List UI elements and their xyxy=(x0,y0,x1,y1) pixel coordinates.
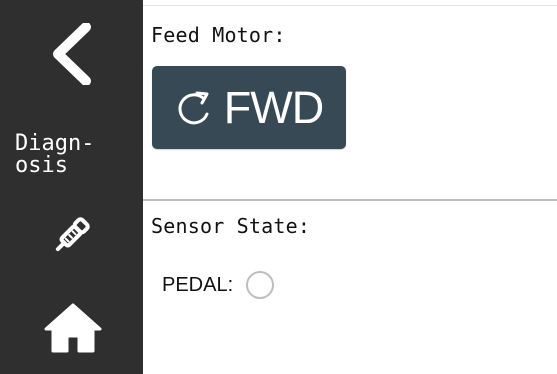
diagnosis-panel: Feed Motor: FWD Sensor State: PEDAL: xyxy=(143,0,557,374)
home-button[interactable] xyxy=(36,293,110,363)
pedal-label: PEDAL: xyxy=(162,274,234,296)
feed-motor-label: Feed Motor: xyxy=(151,23,286,47)
probe-button[interactable] xyxy=(42,205,102,265)
probe-icon xyxy=(55,217,90,252)
sensor-state-label: Sensor State: xyxy=(151,214,311,238)
back-button[interactable] xyxy=(37,16,107,92)
page-title: Diagn- osis xyxy=(15,131,95,178)
feed-motor-button-label: FWD xyxy=(223,81,324,133)
diagnosis-screen: Diagn- osis Feed Motor: FWD Sensor State… xyxy=(0,0,557,374)
home-icon xyxy=(44,303,102,353)
sidebar: Diagn- osis xyxy=(0,0,143,374)
top-border-line xyxy=(143,5,557,6)
pedal-status-indicator xyxy=(246,271,275,299)
feed-motor-forward-button[interactable]: FWD xyxy=(152,66,346,149)
chevron-left-icon xyxy=(53,23,91,85)
pedal-sensor-row: PEDAL: xyxy=(162,268,275,302)
rotate-clockwise-icon xyxy=(178,91,209,124)
section-divider xyxy=(143,199,557,201)
